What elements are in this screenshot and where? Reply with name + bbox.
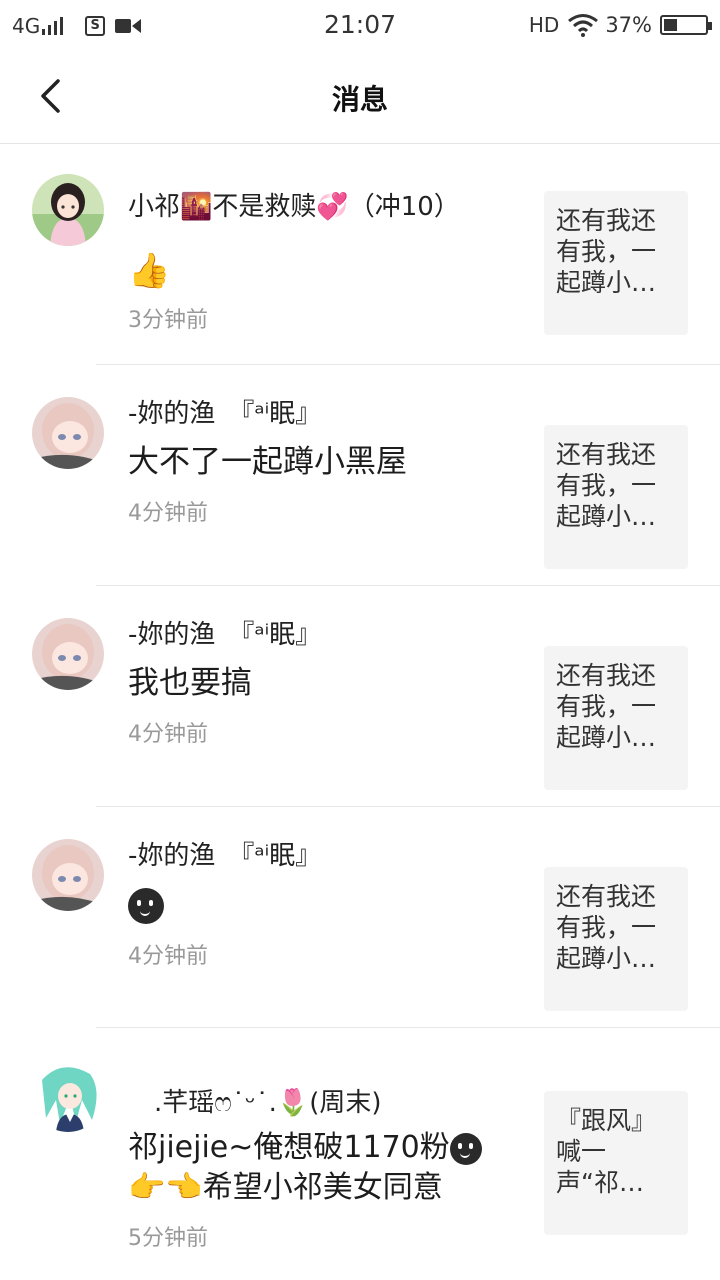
post-preview[interactable]: 还有我还有我，一起蹲小… bbox=[544, 425, 688, 569]
avatar[interactable] bbox=[32, 174, 104, 246]
sender-name[interactable]: -妳的渔 『ᵃⁱ眠』 bbox=[128, 839, 508, 873]
post-preview-text: 还有我还有我，一起蹲小… bbox=[556, 440, 657, 531]
message-text: 👍 bbox=[128, 251, 171, 291]
avatar[interactable] bbox=[32, 839, 104, 911]
list-item[interactable]: -妳的渔 『ᵃⁱ眠』 我也要搞 4分钟前 还有我还有我，一起蹲小… bbox=[0, 586, 720, 807]
post-preview[interactable]: 『跟风』喊一声“祁… bbox=[544, 1091, 688, 1235]
message-time: 4分钟前 bbox=[128, 722, 208, 747]
message-content: .芊瑶ෆ˙ᵕ˙.🌷(周末) 祁jiejie~俺想破1170粉 👉👈希望小祁美女同… bbox=[128, 1086, 528, 1252]
message-text-line: 👉👈希望小祁美女同意 bbox=[128, 1170, 443, 1205]
list-item[interactable]: -妳的渔 『ᵃⁱ眠』 大不了一起蹲小黑屋 4分钟前 还有我还有我，一起蹲小… bbox=[0, 365, 720, 586]
page-title: 消息 bbox=[331, 83, 388, 116]
sender-name[interactable]: .芊瑶ෆ˙ᵕ˙.🌷(周末) bbox=[128, 1086, 528, 1120]
avatar[interactable] bbox=[32, 618, 104, 690]
message-text: 大不了一起蹲小黑屋 bbox=[128, 444, 407, 480]
message-text: 祁jiejie~俺想破1170粉 👉👈希望小祁美女同意 bbox=[128, 1128, 528, 1208]
status-bar: 4G S 21:07 HD 37% bbox=[0, 0, 720, 50]
message-text: 我也要搞 bbox=[128, 665, 252, 701]
list-item[interactable]: 小祁🌇不是救赎💞（冲10） 👍 3分钟前 还有我还有我，一起蹲小… bbox=[0, 144, 720, 365]
smirk-face-emoji-icon bbox=[128, 887, 164, 924]
message-time: 4分钟前 bbox=[128, 943, 208, 969]
sender-name[interactable]: -妳的渔 『ᵃⁱ眠』 bbox=[128, 618, 508, 652]
wifi-icon bbox=[568, 14, 599, 37]
post-preview[interactable]: 还有我还有我，一起蹲小… bbox=[544, 191, 688, 335]
battery-icon bbox=[660, 15, 712, 35]
message-text bbox=[128, 885, 508, 924]
avatar[interactable] bbox=[32, 1060, 104, 1132]
list-item[interactable]: .芊瑶ෆ˙ᵕ˙.🌷(周末) 祁jiejie~俺想破1170粉 👉👈希望小祁美女同… bbox=[0, 1028, 720, 1280]
message-time: 4分钟前 bbox=[128, 501, 208, 526]
sender-name[interactable]: 小祁🌇不是救赎💞（冲10） bbox=[128, 190, 508, 224]
avatar[interactable] bbox=[32, 397, 104, 469]
list-item[interactable]: -妳的渔 『ᵃⁱ眠』 4分钟前 还有我还有我，一起蹲小… bbox=[0, 807, 720, 1028]
nav-header: 消息 bbox=[0, 50, 720, 144]
post-preview-text: 还有我还有我，一起蹲小… bbox=[556, 206, 657, 297]
status-right: HD 37% bbox=[528, 10, 712, 40]
message-time: 5分钟前 bbox=[128, 1226, 208, 1251]
post-preview-text: 还有我还有我，一起蹲小… bbox=[556, 882, 657, 973]
message-text-line: 祁jiejie~俺想破1170粉 bbox=[128, 1130, 450, 1165]
post-preview-text: 还有我还有我，一起蹲小… bbox=[556, 661, 657, 752]
post-preview[interactable]: 还有我还有我，一起蹲小… bbox=[544, 867, 688, 1011]
post-preview-text: 『跟风』喊一声“祁… bbox=[556, 1106, 657, 1197]
hd-indicator: HD bbox=[528, 13, 560, 37]
sender-name[interactable]: -妳的渔 『ᵃⁱ眠』 bbox=[128, 397, 508, 431]
message-content: -妳的渔 『ᵃⁱ眠』 4分钟前 bbox=[128, 839, 508, 970]
smirk-face-emoji-icon bbox=[449, 1132, 482, 1165]
message-list[interactable]: 小祁🌇不是救赎💞（冲10） 👍 3分钟前 还有我还有我，一起蹲小… -妳的渔 『… bbox=[0, 144, 720, 1280]
battery-percent: 37% bbox=[605, 13, 652, 37]
message-content: -妳的渔 『ᵃⁱ眠』 大不了一起蹲小黑屋 4分钟前 bbox=[128, 397, 508, 527]
post-preview[interactable]: 还有我还有我，一起蹲小… bbox=[544, 646, 688, 790]
message-time: 3分钟前 bbox=[128, 308, 208, 333]
message-content: 小祁🌇不是救赎💞（冲10） 👍 3分钟前 bbox=[128, 190, 508, 334]
message-content: -妳的渔 『ᵃⁱ眠』 我也要搞 4分钟前 bbox=[128, 618, 508, 748]
